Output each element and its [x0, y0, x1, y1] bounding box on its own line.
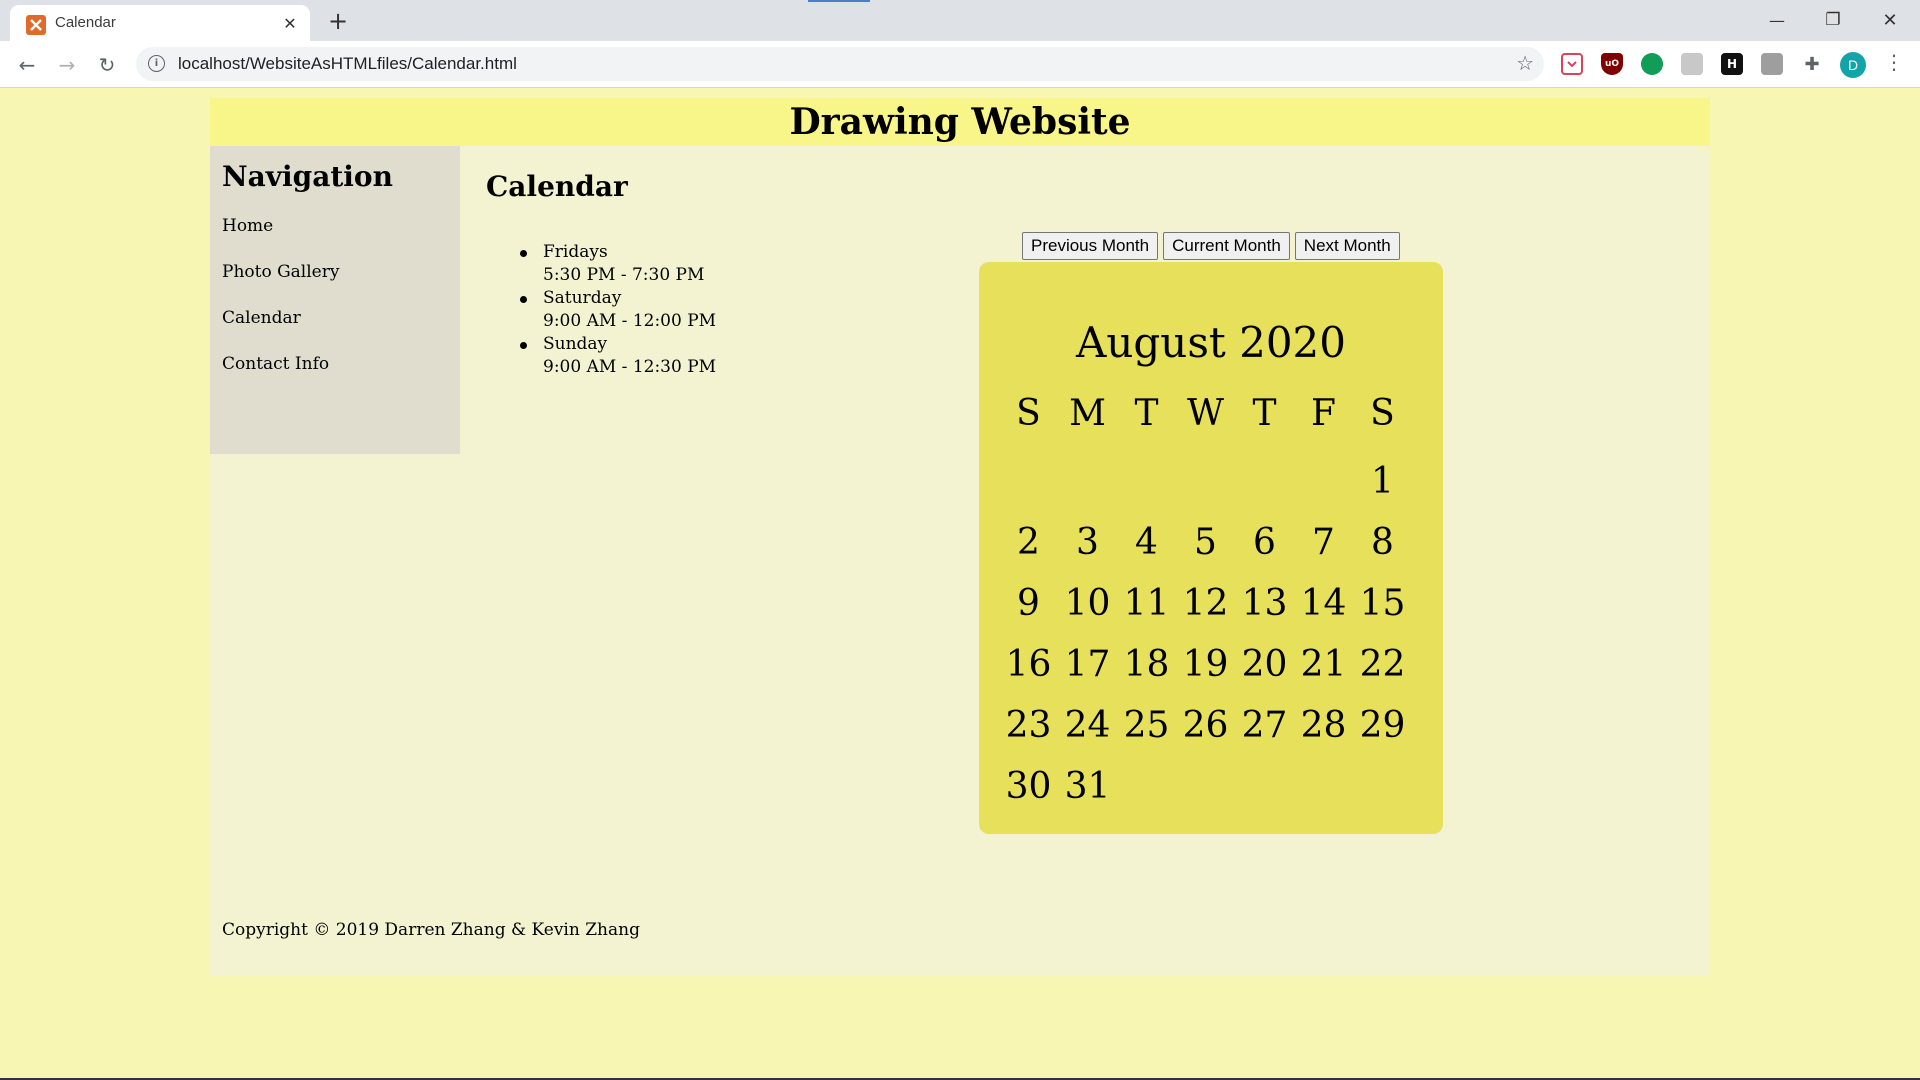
site-container: Drawing Website Navigation Home Photo Ga…: [210, 98, 1710, 976]
sidebar-item-calendar[interactable]: Calendar: [222, 308, 301, 328]
list-item: Sunday 9:00 AM - 12:30 PM: [515, 333, 716, 379]
calendar-day: 21: [1300, 644, 1347, 685]
schedule-time: 5:30 PM - 7:30 PM: [543, 265, 705, 285]
calendar-day: 28: [1300, 705, 1347, 746]
loading-indicator: [808, 0, 870, 2]
calendar-day: 14: [1300, 583, 1347, 624]
calendar-day: 11: [1123, 583, 1170, 624]
calendar-day: 10: [1064, 583, 1111, 624]
address-bar[interactable]: i localhost/WebsiteAsHTMLfiles/Calendar.…: [136, 47, 1544, 81]
calendar-day: 27: [1241, 705, 1288, 746]
footer-copyright: Copyright © 2019 Darren Zhang & Kevin Zh…: [222, 920, 640, 940]
green-dot-icon[interactable]: [1641, 53, 1663, 75]
url-text[interactable]: localhost/WebsiteAsHTMLfiles/Calendar.ht…: [178, 54, 517, 74]
sidebar-item-home[interactable]: Home: [222, 216, 273, 236]
calendar-day: 19: [1182, 644, 1229, 685]
weekday-header: S: [1016, 393, 1041, 434]
calendar-day: 20: [1241, 644, 1288, 685]
sidebar-item-photo-gallery[interactable]: Photo Gallery: [222, 262, 339, 282]
weekday-header: T: [1134, 393, 1159, 434]
extensions-icon[interactable]: ✚: [1801, 53, 1823, 75]
empty-day-cell: [1058, 451, 1117, 512]
weekday-header: W: [1186, 393, 1224, 434]
browser-toolbar: ← → ↻ i localhost/WebsiteAsHTMLfiles/Cal…: [0, 41, 1920, 88]
previous-month-button[interactable]: Previous Month: [1022, 232, 1159, 260]
bookmark-star-icon[interactable]: ☆: [1516, 51, 1534, 75]
maximize-button[interactable]: ❐: [1805, 0, 1861, 40]
calendar-month-label: August 2020: [1076, 318, 1346, 367]
calendar-day: 29: [1359, 705, 1406, 746]
calendar-day: 2: [1017, 522, 1040, 563]
sidebar-heading: Navigation: [222, 160, 393, 193]
calendar-day: 13: [1241, 583, 1288, 624]
camera-icon[interactable]: [1761, 53, 1783, 75]
forward-button[interactable]: →: [52, 51, 82, 79]
calendar-grid: S M T W T F S 1 2 3 4 5 6 7 8 9 10 11 12 13 14 15 16 17 18 19 20 21…: [999, 390, 1412, 817]
empty-day-cell: [1235, 451, 1294, 512]
close-window-button[interactable]: ✕: [1862, 0, 1918, 40]
calendar-day: 22: [1359, 644, 1406, 685]
calendar-day: 18: [1123, 644, 1170, 685]
calendar-controls: Previous Month Current Month Next Month: [1022, 232, 1400, 260]
reload-button[interactable]: ↻: [92, 51, 122, 79]
browser-menu-icon[interactable]: ⋮: [1884, 50, 1904, 74]
empty-day-cell: [1176, 451, 1235, 512]
h-icon[interactable]: H: [1721, 53, 1743, 75]
site-header: Drawing Website: [210, 98, 1710, 146]
page-title: Calendar: [486, 170, 628, 203]
pocket-icon[interactable]: [1561, 53, 1583, 75]
puzzle-gray-icon[interactable]: [1681, 53, 1703, 75]
calendar-day: 6: [1253, 522, 1276, 563]
sidebar: Navigation Home Photo Gallery Calendar C…: [210, 146, 460, 454]
sidebar-item-contact-info[interactable]: Contact Info: [222, 354, 329, 374]
calendar-day: 4: [1135, 522, 1158, 563]
empty-day-cell: [1117, 451, 1176, 512]
ublock-icon[interactable]: uO: [1601, 53, 1623, 75]
calendar-day: 26: [1182, 705, 1229, 746]
xampp-favicon-icon: [26, 15, 46, 35]
calendar-day: 12: [1182, 583, 1229, 624]
site-title: Drawing Website: [789, 101, 1131, 143]
tab-close-icon[interactable]: ✕: [278, 11, 302, 35]
calendar-day: 31: [1064, 766, 1111, 807]
calendar-day: 5: [1194, 522, 1217, 563]
calendar-day: 17: [1064, 644, 1111, 685]
minimize-button[interactable]: —: [1749, 0, 1805, 40]
back-button[interactable]: ←: [12, 51, 42, 79]
calendar-day: 16: [1005, 644, 1052, 685]
info-icon[interactable]: i: [148, 55, 165, 72]
empty-day-cell: [1294, 451, 1353, 512]
calendar-widget: August 2020 S M T W T F S 1 2 3 4 5 6 7 8 9 10 11 12 13 14 15…: [979, 262, 1443, 834]
schedule-time: 9:00 AM - 12:00 PM: [543, 311, 717, 331]
calendar-day: 3: [1076, 522, 1099, 563]
weekday-header: T: [1252, 393, 1277, 434]
profile-avatar[interactable]: D: [1840, 52, 1866, 78]
schedule-day: Sunday: [543, 334, 608, 354]
current-month-button[interactable]: Current Month: [1163, 232, 1290, 260]
calendar-day: 23: [1005, 705, 1052, 746]
next-month-button[interactable]: Next Month: [1294, 232, 1400, 260]
list-item: Saturday 9:00 AM - 12:00 PM: [515, 287, 716, 333]
tab-title: Calendar: [55, 14, 116, 31]
empty-day-cell: [999, 451, 1058, 512]
list-item: Fridays 5:30 PM - 7:30 PM: [515, 241, 716, 287]
calendar-day: 9: [1017, 583, 1040, 624]
schedule-day: Saturday: [543, 288, 622, 308]
tab-strip: Calendar ✕ + — ❐ ✕: [0, 0, 1920, 41]
calendar-day: 30: [1005, 766, 1052, 807]
new-tab-button[interactable]: +: [324, 7, 352, 35]
calendar-day: 15: [1359, 583, 1406, 624]
calendar-day: 7: [1312, 522, 1335, 563]
schedule-time: 9:00 AM - 12:30 PM: [543, 357, 717, 377]
weekday-header: S: [1370, 393, 1395, 434]
calendar-day: 24: [1064, 705, 1111, 746]
schedule-day: Fridays: [543, 242, 608, 262]
calendar-day: 25: [1123, 705, 1170, 746]
calendar-day: 1: [1371, 461, 1394, 502]
calendar-day: 8: [1371, 522, 1394, 563]
weekday-header: M: [1069, 393, 1106, 434]
schedule-list: Fridays 5:30 PM - 7:30 PM Saturday 9:00 …: [515, 241, 716, 379]
tab-calendar[interactable]: Calendar ✕: [10, 5, 310, 41]
weekday-header: F: [1311, 393, 1336, 434]
